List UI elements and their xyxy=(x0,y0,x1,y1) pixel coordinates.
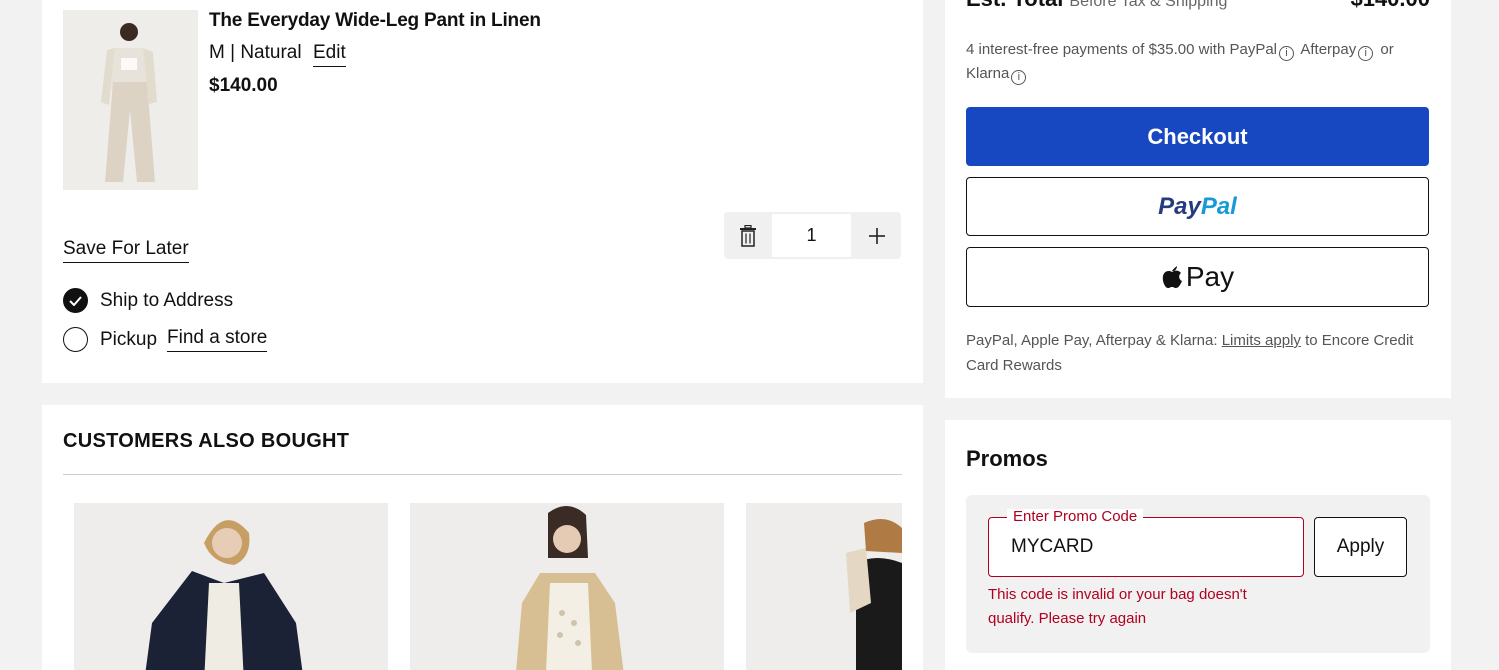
product-variant: M | Natural xyxy=(209,42,302,63)
ship-label: Ship to Address xyxy=(100,289,234,311)
klarna-text: Klarna xyxy=(966,65,1010,82)
product-price: $140.00 xyxy=(209,75,278,96)
pickup-option[interactable]: Pickup Find a store xyxy=(63,327,268,352)
promos-card: Promos Enter Promo Code Apply This code … xyxy=(945,420,1451,670)
quantity-stepper: 1 xyxy=(724,212,901,259)
checkout-button[interactable]: Checkout xyxy=(966,107,1429,166)
plus-icon xyxy=(869,227,885,244)
promo-panel: Enter Promo Code Apply This code is inva… xyxy=(966,495,1430,653)
paypal-logo: PayPal xyxy=(1158,193,1237,221)
limits-apply-link[interactable]: Limits apply xyxy=(1222,332,1301,349)
ship-to-address-option[interactable]: Ship to Address xyxy=(63,288,233,313)
promo-code-input[interactable] xyxy=(1011,536,1291,558)
limits-prefix: PayPal, Apple Pay, Afterpay & Klarna: xyxy=(966,332,1218,349)
installments-text: 4 interest-free payments of $35.00 with … xyxy=(966,41,1278,58)
product-name[interactable]: The Everyday Wide-Leg Pant in Linen xyxy=(209,10,541,32)
apple-icon xyxy=(1162,266,1182,288)
customers-also-bought-section: CUSTOMERS ALSO BOUGHT xyxy=(42,405,923,670)
estimated-total-label: Est. Total Before Tax & Shipping xyxy=(966,0,1227,12)
order-summary-card: Est. TotalBefore Tax & Shipping $140.00 … xyxy=(945,0,1451,398)
trash-icon xyxy=(740,224,756,247)
promo-code-field[interactable]: Enter Promo Code xyxy=(988,509,1304,577)
pickup-radio[interactable] xyxy=(63,327,88,352)
product-thumbnail[interactable] xyxy=(63,10,198,190)
recommendation-item[interactable] xyxy=(746,503,902,670)
edit-link[interactable]: Edit xyxy=(313,42,346,67)
limits-notice: PayPal, Apple Pay, Afterpay & Klarna: Li… xyxy=(966,328,1426,378)
find-a-store-link[interactable]: Find a store xyxy=(167,327,268,352)
divider xyxy=(63,474,902,475)
paypal-button[interactable]: PayPal xyxy=(966,177,1429,236)
pickup-label: Pickup xyxy=(100,328,158,350)
apple-pay-label: Pay xyxy=(1185,261,1235,292)
or-text: or xyxy=(1380,41,1394,58)
save-for-later-link[interactable]: Save For Later xyxy=(63,238,189,263)
increase-quantity-button[interactable] xyxy=(853,212,901,259)
installment-info: 4 interest-free payments of $35.00 with … xyxy=(966,38,1436,86)
remove-item-button[interactable] xyxy=(724,212,772,259)
info-icon[interactable]: i xyxy=(1358,45,1374,61)
apply-button[interactable]: Apply xyxy=(1314,517,1407,577)
recommendation-item[interactable] xyxy=(410,503,724,670)
promo-code-label: Enter Promo Code xyxy=(1007,509,1144,525)
section-title: CUSTOMERS ALSO BOUGHT xyxy=(63,430,350,452)
est-total-subtext: Before Tax & Shipping xyxy=(1069,0,1228,10)
estimated-total-amount: $140.00 xyxy=(1350,0,1430,12)
paypal-logo-pal: Pal xyxy=(1200,192,1237,220)
cart-item-card: The Everyday Wide-Leg Pant in Linen M | … xyxy=(42,0,923,383)
recommendation-item[interactable] xyxy=(74,503,388,670)
ship-radio[interactable] xyxy=(63,288,88,313)
promo-error-message: This code is invalid or your bag doesn't… xyxy=(988,586,1247,627)
promos-title: Promos xyxy=(966,446,1048,471)
info-icon[interactable]: i xyxy=(1011,69,1027,85)
apple-pay-button[interactable]: Pay xyxy=(966,247,1429,307)
quantity-value[interactable]: 1 xyxy=(772,214,851,257)
est-total-label: Est. Total xyxy=(966,0,1063,11)
paypal-logo-pay: Pay xyxy=(1158,192,1201,220)
info-icon[interactable]: i xyxy=(1279,45,1295,61)
checkmark-icon xyxy=(69,295,82,306)
afterpay-text: Afterpay xyxy=(1300,41,1357,58)
